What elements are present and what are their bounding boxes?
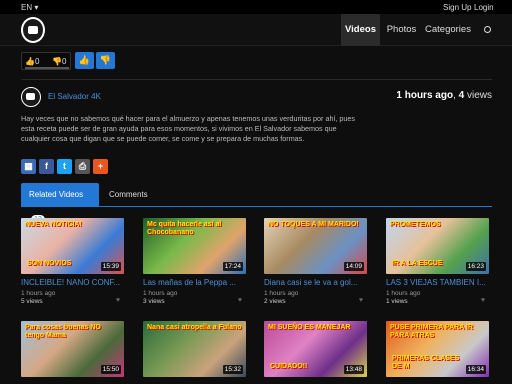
video-title-link[interactable]: LAS 3 VIEJAS TAMBIEN I... xyxy=(386,278,489,287)
video-tabs: Related Videos12 Comments xyxy=(21,183,492,224)
video-thumbnail[interactable]: Mc quita hacerle así al Chocobanano 17:2… xyxy=(143,218,246,274)
heart-icon[interactable]: ♥ xyxy=(481,297,485,304)
tab-comments[interactable]: Comments xyxy=(101,183,156,207)
video-thumbnail[interactable]: PUSE PRIMERA PARA IR PARA ATRAS PRIMERAS… xyxy=(386,321,489,377)
search-icon[interactable] xyxy=(478,14,496,46)
video-duration: 16:34 xyxy=(465,365,486,374)
vote-counter: 👍0 👎0 xyxy=(21,52,71,70)
nav-photos[interactable]: Photos xyxy=(385,14,418,46)
heart-icon[interactable]: ♥ xyxy=(238,297,242,304)
vote-ratio-bar xyxy=(25,67,69,69)
thumbnail-caption: NO TOQUES A MI MARIDO! xyxy=(268,221,359,228)
video-thumbnail[interactable]: Nana casi atropella a Fulano 15:32 xyxy=(143,321,246,377)
views-label: views xyxy=(464,90,492,101)
video-views: 2 views xyxy=(264,298,286,305)
downvote-count: 👎0 xyxy=(52,57,67,66)
channel-avatar[interactable] xyxy=(21,87,41,107)
video-views: 3 views xyxy=(143,298,165,305)
thumbnail-caption: PROMETEMOS xyxy=(390,221,441,228)
thumbnail-caption-bottom: SON NOVIOS xyxy=(27,260,72,267)
twitter-share-icon[interactable]: t xyxy=(57,159,72,174)
video-thumbnail[interactable]: NO TOQUES A MI MARIDO! 14:09 xyxy=(264,218,367,274)
thumbnail-caption-bottom: PRIMERAS CLASES DE M xyxy=(392,355,460,370)
site-logo[interactable] xyxy=(21,17,45,43)
video-thumbnail[interactable]: PROMETEMOS IR A LA ESCUE 16:23 xyxy=(386,218,489,274)
video-title-link[interactable]: INCLEIBLE! NANO CONF... xyxy=(21,278,124,287)
video-meta: 1 hours ago, 4 views xyxy=(396,90,492,101)
video-duration: 16:23 xyxy=(465,262,486,271)
video-duration: 14:09 xyxy=(343,262,364,271)
print-icon[interactable]: ⎙ xyxy=(75,159,90,174)
login-link[interactable]: Login xyxy=(474,3,494,12)
video-thumbnail[interactable]: MI SUEÑO ES MANEJAR CUIDADO!! 13:48 xyxy=(264,321,367,377)
video-thumbnail[interactable]: Para cosas buenas NO tengo Mama 15:50 xyxy=(21,321,124,377)
heart-icon[interactable]: ♥ xyxy=(359,297,363,304)
thumbnail-caption: Nana casi atropella a Fulano xyxy=(147,324,242,331)
thumbnail-caption: Mc quita hacerle así al Chocobanano xyxy=(147,221,222,236)
more-share-icon[interactable]: + xyxy=(93,159,108,174)
video-description: Hay veces que no sabemos qué hacer para … xyxy=(21,114,356,143)
thumbnail-caption: Para cosas buenas NO tengo Mama xyxy=(25,324,101,339)
thumbs-down-icon[interactable]: 👎 xyxy=(96,52,115,69)
thumbnail-caption-bottom: CUIDADO!! xyxy=(270,363,308,370)
video-time-ago: 1 hours ago xyxy=(264,290,299,297)
tab-related-videos[interactable]: Related Videos12 xyxy=(21,183,99,224)
video-duration: 15:32 xyxy=(222,365,243,374)
heart-icon[interactable]: ♥ xyxy=(116,297,120,304)
facebook-share-icon[interactable]: f xyxy=(39,159,54,174)
video-views: 5 views xyxy=(21,298,43,305)
language-selector[interactable]: EN ▾ xyxy=(21,3,38,12)
thumbnail-caption: MI SUEÑO ES MANEJAR xyxy=(268,324,351,331)
nav-videos[interactable]: Videos xyxy=(341,14,380,46)
video-title-link[interactable]: Las mañas de la Peppa ... xyxy=(143,278,246,287)
video-duration: 15:50 xyxy=(100,365,121,374)
thumbnail-caption-bottom: IR A LA ESCUE xyxy=(392,260,443,267)
upvote-count: 👍0 xyxy=(25,57,40,66)
signup-link[interactable]: Sign Up xyxy=(443,3,471,12)
video-views: 1 views xyxy=(386,298,408,305)
nav-categories[interactable]: Categories xyxy=(425,14,471,46)
channel-name-link[interactable]: El Salvador 4K xyxy=(48,92,101,101)
video-thumbnail[interactable]: NUEVA NOTICIA! SON NOVIOS 15:39 xyxy=(21,218,124,274)
video-time-ago: 1 hours ago xyxy=(143,290,178,297)
video-title-link[interactable]: Diana casi se le va a gol... xyxy=(264,278,367,287)
video-time-ago: 1 hours ago xyxy=(386,290,421,297)
time-ago: 1 hours ago xyxy=(396,90,454,101)
thumbnail-caption: PUSE PRIMERA PARA IR PARA ATRAS xyxy=(390,324,473,339)
top-bar: EN ▾ Sign Up Login xyxy=(0,0,512,14)
qr-code-icon[interactable]: ▦ xyxy=(21,159,36,174)
video-duration: 13:48 xyxy=(343,365,364,374)
video-duration: 17:24 xyxy=(222,262,243,271)
video-time-ago: 1 hours ago xyxy=(21,290,56,297)
divider xyxy=(21,79,492,80)
tab-related-label: Related Videos xyxy=(29,190,84,199)
thumbnail-caption: NUEVA NOTICIA! xyxy=(25,221,82,228)
main-navbar: Videos Photos Categories xyxy=(0,14,512,46)
thumbs-up-icon[interactable]: 👍 xyxy=(75,52,94,69)
video-duration: 15:39 xyxy=(100,262,121,271)
